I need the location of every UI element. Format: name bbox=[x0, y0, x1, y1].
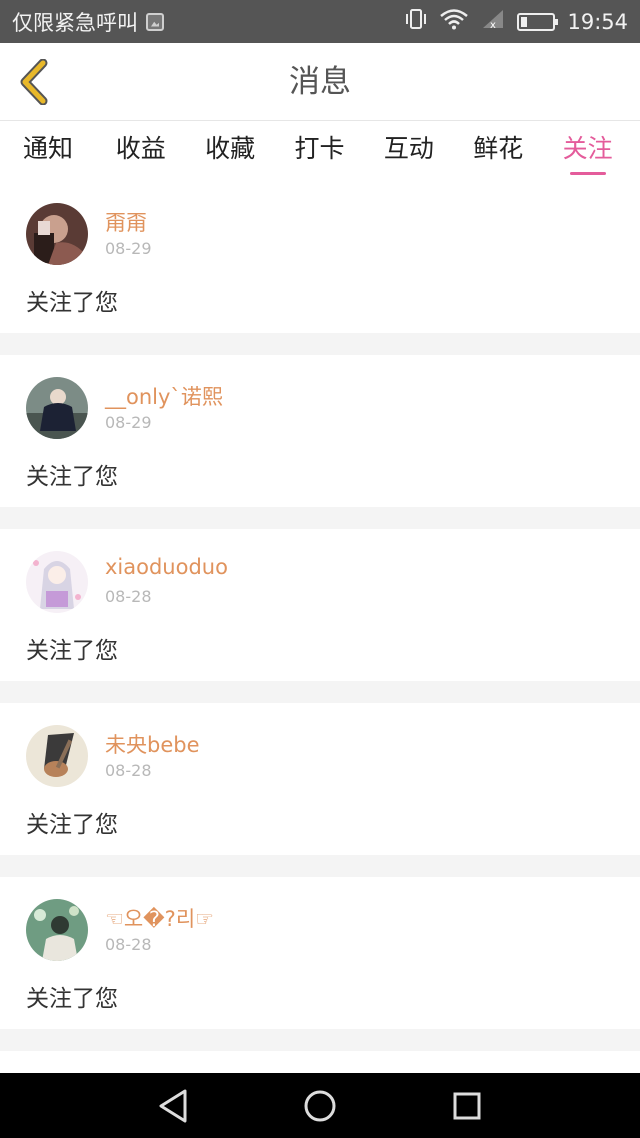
avatar[interactable] bbox=[26, 899, 88, 961]
tab-favorites[interactable]: 收藏 bbox=[185, 121, 274, 181]
back-button[interactable] bbox=[14, 59, 54, 105]
tab-checkin[interactable]: 打卡 bbox=[275, 121, 364, 181]
vibrate-icon bbox=[405, 8, 427, 35]
signal-icon: x bbox=[481, 8, 505, 35]
tab-bar: 通知 收益 收藏 打卡 互动 鲜花 关注 bbox=[0, 121, 640, 181]
clock-text: 19:54 bbox=[567, 9, 628, 34]
nav-home-button[interactable] bbox=[290, 1081, 350, 1131]
date: 08-29 bbox=[105, 413, 152, 432]
avatar[interactable] bbox=[26, 377, 88, 439]
nav-back-button[interactable] bbox=[143, 1081, 203, 1131]
list-item[interactable]: __only`诺熙 08-29 关注了您 bbox=[0, 355, 640, 507]
username[interactable]: xiaoduoduo bbox=[105, 555, 228, 579]
chevron-left-icon bbox=[20, 59, 48, 105]
square-recents-icon bbox=[453, 1092, 481, 1119]
battery-icon bbox=[517, 12, 559, 31]
message-text: 关注了您 bbox=[26, 986, 118, 1012]
triangle-back-icon bbox=[159, 1089, 187, 1122]
avatar[interactable] bbox=[26, 203, 88, 265]
app-header: 消息 bbox=[0, 43, 640, 121]
date: 08-29 bbox=[105, 239, 152, 258]
wifi-icon bbox=[439, 8, 469, 35]
circle-home-icon bbox=[304, 1090, 336, 1121]
nav-recents-button[interactable] bbox=[437, 1081, 497, 1131]
notification-list: 甭甭 08-29 关注了您 __only`诺熙 08-29 关注了您 xiaod… bbox=[0, 181, 640, 1091]
list-item[interactable]: 未央bebe 08-28 关注了您 bbox=[0, 703, 640, 855]
list-item[interactable]: ☜오�?리☞ 08-28 关注了您 bbox=[0, 877, 640, 1029]
tab-earnings[interactable]: 收益 bbox=[96, 121, 185, 181]
message-text: 关注了您 bbox=[26, 638, 118, 664]
tab-notifications[interactable]: 通知 bbox=[0, 121, 96, 181]
date: 08-28 bbox=[105, 935, 152, 954]
status-bar: 仅限紧急呼叫 x 19:54 bbox=[0, 0, 640, 43]
username[interactable]: 甭甭 bbox=[105, 207, 147, 237]
svg-text:x: x bbox=[490, 20, 496, 30]
username[interactable]: ☜오�?리☞ bbox=[105, 903, 214, 933]
message-text: 关注了您 bbox=[26, 464, 118, 490]
avatar[interactable] bbox=[26, 725, 88, 787]
date: 08-28 bbox=[105, 587, 152, 606]
message-text: 关注了您 bbox=[26, 290, 118, 316]
carrier-text: 仅限紧急呼叫 bbox=[12, 10, 138, 35]
tab-follows[interactable]: 关注 bbox=[543, 121, 632, 181]
system-nav-bar bbox=[0, 1073, 640, 1138]
tab-flowers[interactable]: 鲜花 bbox=[454, 121, 543, 181]
username[interactable]: 未央bebe bbox=[105, 729, 200, 759]
date: 08-28 bbox=[105, 761, 152, 780]
tab-interactions[interactable]: 互动 bbox=[364, 121, 453, 181]
avatar[interactable] bbox=[26, 551, 88, 613]
list-item[interactable]: xiaoduoduo 08-28 关注了您 bbox=[0, 529, 640, 681]
list-item[interactable]: 甭甭 08-29 关注了您 bbox=[0, 181, 640, 333]
image-notification-icon bbox=[146, 12, 164, 31]
page-title: 消息 bbox=[289, 64, 351, 100]
message-text: 关注了您 bbox=[26, 812, 118, 838]
username[interactable]: __only`诺熙 bbox=[105, 381, 223, 411]
